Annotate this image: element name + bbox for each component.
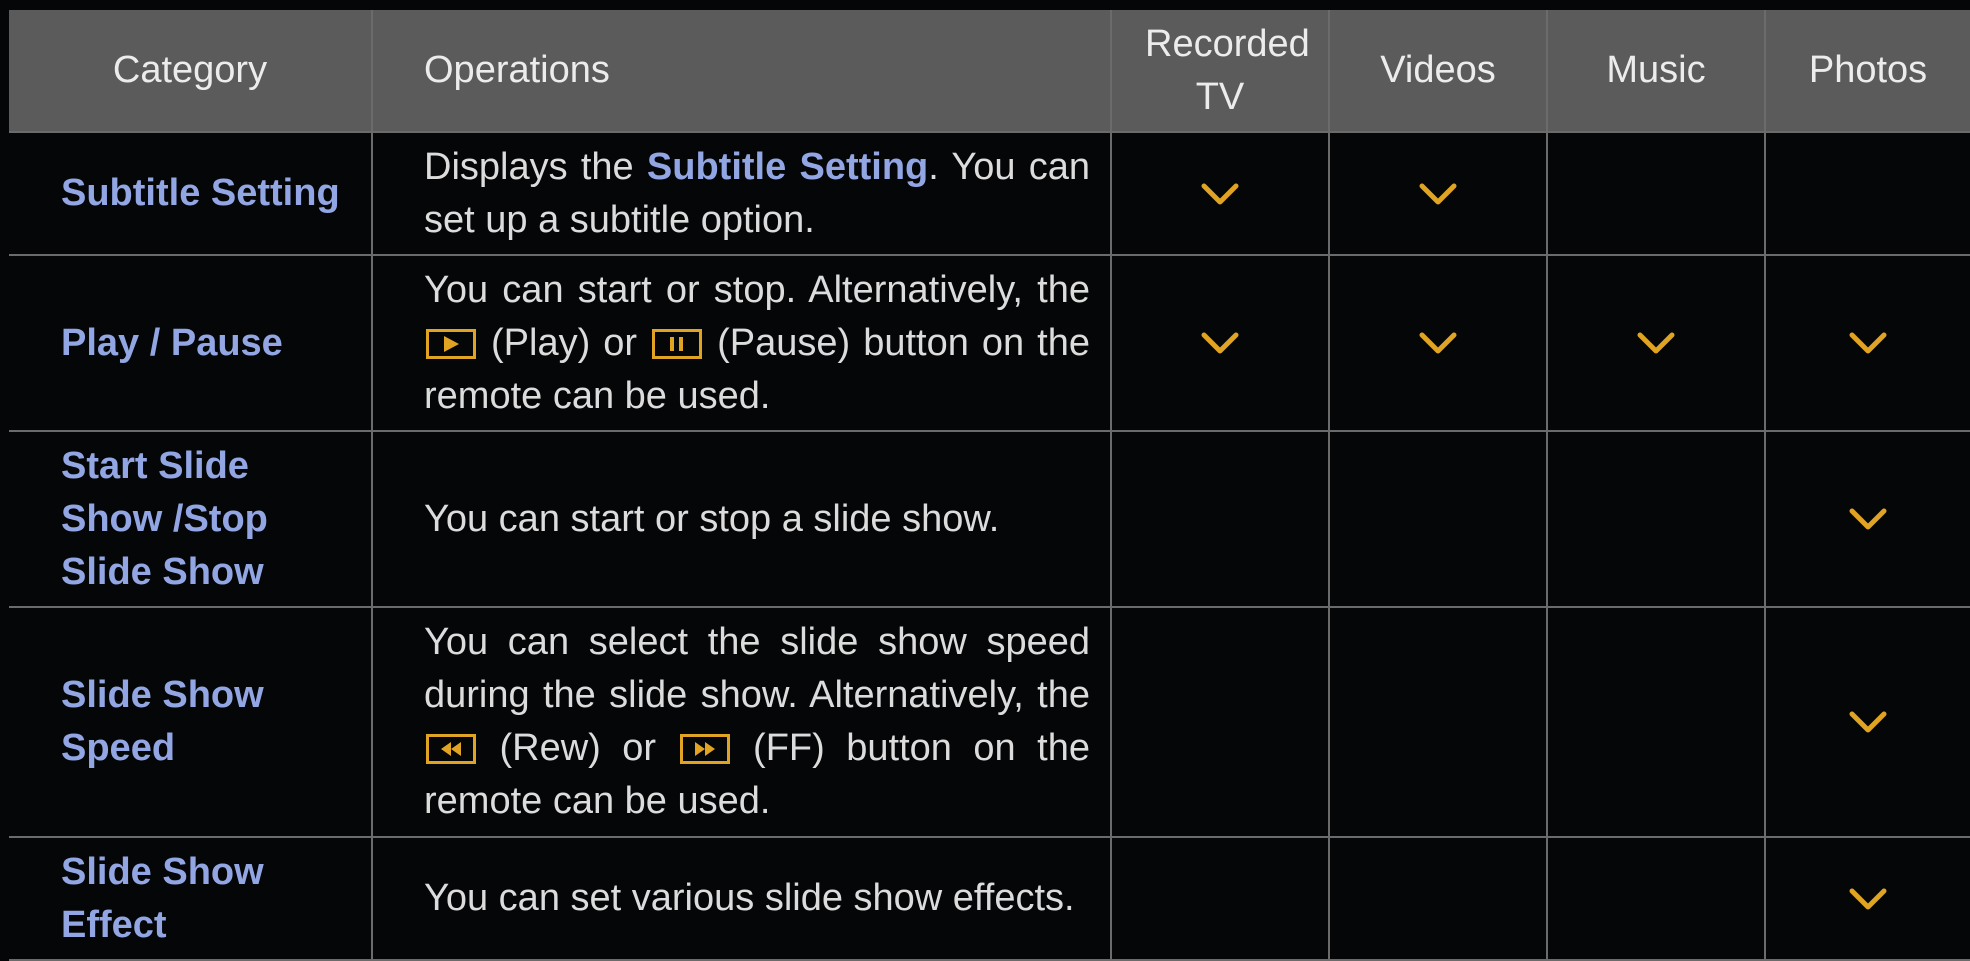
chevron-check-icon bbox=[1201, 332, 1239, 354]
chevron-check-icon bbox=[1849, 711, 1887, 733]
header-videos: Videos bbox=[1330, 10, 1548, 133]
chevron-check-icon bbox=[1849, 508, 1887, 530]
mark-cell bbox=[1112, 608, 1330, 838]
row-operation-play-pause: You can start or stop. Alternatively, th… bbox=[373, 256, 1112, 432]
row-category-slide-show-effect: Slide Show Effect bbox=[9, 838, 373, 961]
inline-subtitle-setting: Subtitle Setting bbox=[646, 145, 929, 188]
mark-cell bbox=[1330, 432, 1548, 608]
play-button-icon bbox=[426, 328, 476, 359]
mark-cell bbox=[1112, 432, 1330, 608]
media-features-table: Category Operations Recorded TV Videos M… bbox=[9, 10, 1970, 961]
row-operation-subtitle-setting: Displays the Subtitle Setting. You can s… bbox=[373, 133, 1112, 256]
mark-cell bbox=[1766, 608, 1970, 838]
row-operation-start-stop-slide-show: You can start or stop a slide show. bbox=[373, 432, 1112, 608]
header-photos: Photos bbox=[1766, 10, 1970, 133]
pause-button-icon bbox=[652, 328, 703, 359]
mark-cell bbox=[1330, 256, 1548, 432]
chevron-check-icon bbox=[1419, 183, 1457, 204]
mark-cell bbox=[1548, 432, 1766, 608]
mark-cell bbox=[1766, 838, 1970, 961]
chevron-check-icon bbox=[1419, 332, 1457, 354]
mark-cell bbox=[1112, 256, 1330, 432]
row-category-play-pause: Play / Pause bbox=[9, 256, 373, 432]
row-category-slide-show-speed: Slide Show Speed bbox=[9, 608, 373, 838]
mark-cell bbox=[1330, 133, 1548, 256]
row-operation-slide-show-speed: You can select the slide show speed duri… bbox=[373, 608, 1112, 838]
mark-cell bbox=[1548, 256, 1766, 432]
mark-cell bbox=[1330, 608, 1548, 838]
header-operations: Operations bbox=[373, 10, 1112, 133]
mark-cell bbox=[1330, 838, 1548, 961]
mark-cell bbox=[1548, 838, 1766, 961]
mark-cell bbox=[1112, 133, 1330, 256]
fast-forward-button-icon bbox=[679, 734, 730, 764]
header-category: Category bbox=[9, 10, 373, 133]
mark-cell bbox=[1548, 133, 1766, 256]
chevron-check-icon bbox=[1201, 183, 1239, 204]
chevron-check-icon bbox=[1849, 332, 1887, 354]
mark-cell bbox=[1766, 256, 1970, 432]
header-recorded-tv: Recorded TV bbox=[1112, 10, 1330, 133]
chevron-check-icon bbox=[1849, 888, 1887, 909]
mark-cell bbox=[1548, 608, 1766, 838]
chevron-check-icon bbox=[1637, 332, 1675, 354]
header-music: Music bbox=[1548, 10, 1766, 133]
rewind-button-icon bbox=[426, 734, 476, 764]
row-category-subtitle-setting: Subtitle Setting bbox=[9, 133, 373, 256]
mark-cell bbox=[1766, 133, 1970, 256]
row-category-start-stop-slide-show: Start Slide Show /Stop Slide Show bbox=[9, 432, 373, 608]
row-operation-slide-show-effect: You can set various slide show effects. bbox=[373, 838, 1112, 961]
mark-cell bbox=[1112, 838, 1330, 961]
mark-cell bbox=[1766, 432, 1970, 608]
